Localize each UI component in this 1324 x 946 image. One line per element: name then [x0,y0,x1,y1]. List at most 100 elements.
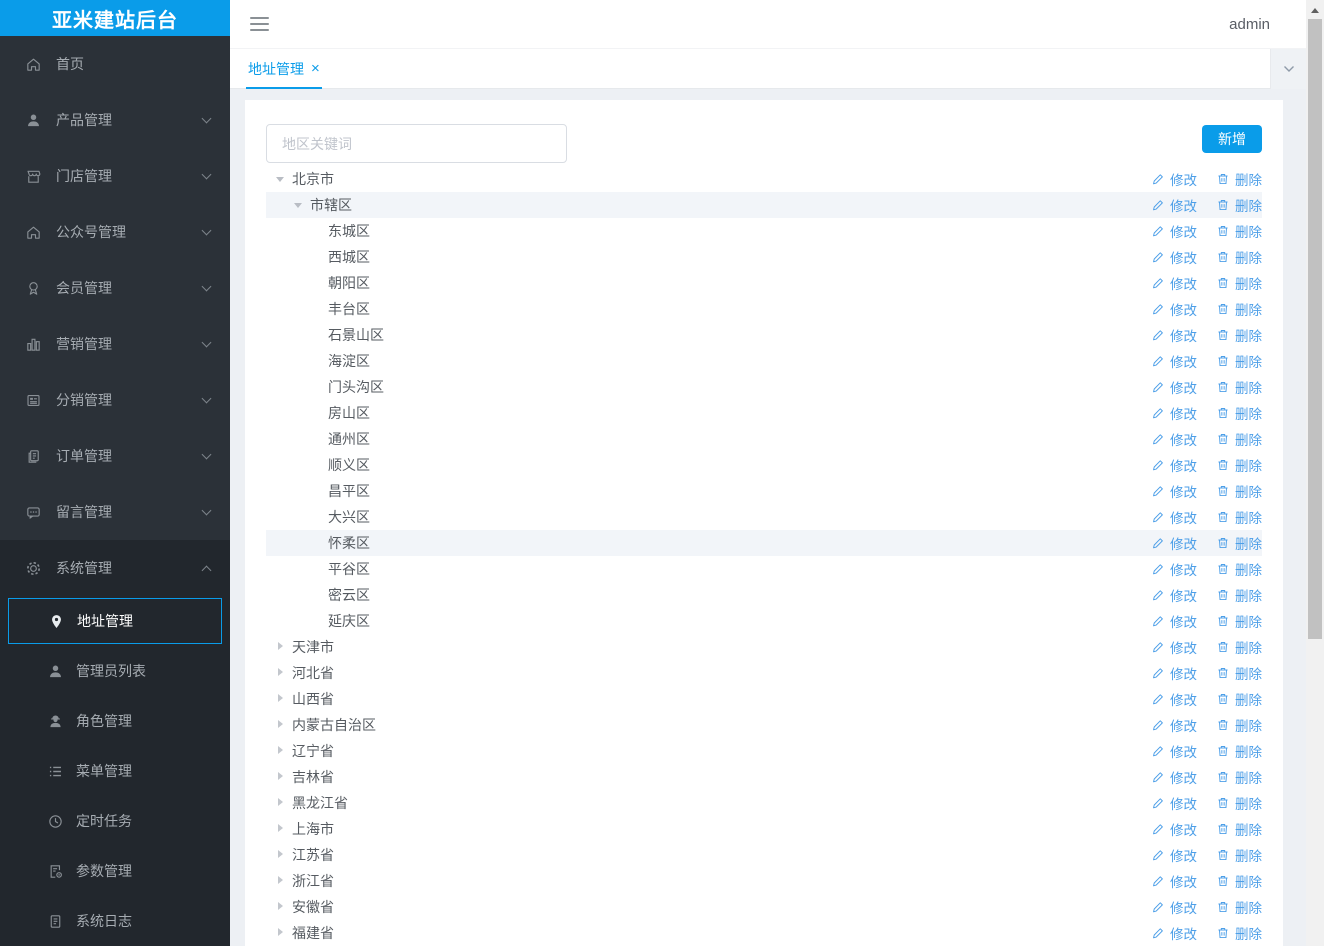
tree-row[interactable]: 江苏省 修改 删除 [266,842,1262,868]
edit-link[interactable]: 修改 [1151,247,1197,267]
expand-arrow-icon[interactable] [312,330,322,340]
expand-arrow-icon[interactable] [276,772,286,782]
expand-arrow-icon[interactable] [312,356,322,366]
sidebar-item-8[interactable]: 留言管理 [0,484,230,540]
expand-arrow-icon[interactable] [312,564,322,574]
sidebar-subitem-4[interactable]: 定时任务 [0,796,230,846]
tree-row[interactable]: 黑龙江省 修改 删除 [266,790,1262,816]
username-label[interactable]: admin [1229,16,1270,33]
edit-link[interactable]: 修改 [1151,455,1197,475]
edit-link[interactable]: 修改 [1151,299,1197,319]
expand-arrow-icon[interactable] [276,824,286,834]
delete-link[interactable]: 删除 [1216,819,1262,839]
tree-row[interactable]: 石景山区 修改 删除 [266,322,1262,348]
tree-row[interactable]: 福建省 修改 删除 [266,920,1262,946]
delete-link[interactable]: 删除 [1216,455,1262,475]
edit-link[interactable]: 修改 [1151,351,1197,371]
tree-row[interactable]: 房山区 修改 删除 [266,400,1262,426]
tab-list-dropdown-button[interactable] [1270,49,1306,89]
expand-arrow-icon[interactable] [312,486,322,496]
delete-link[interactable]: 删除 [1216,325,1262,345]
expand-arrow-icon[interactable] [294,200,304,210]
tree-row[interactable]: 吉林省 修改 删除 [266,764,1262,790]
edit-link[interactable]: 修改 [1151,273,1197,293]
edit-link[interactable]: 修改 [1151,689,1197,709]
tree-row[interactable]: 平谷区 修改 删除 [266,556,1262,582]
expand-arrow-icon[interactable] [312,226,322,236]
expand-arrow-icon[interactable] [312,590,322,600]
edit-link[interactable]: 修改 [1151,793,1197,813]
edit-link[interactable]: 修改 [1151,637,1197,657]
tree-row[interactable]: 东城区 修改 删除 [266,218,1262,244]
expand-arrow-icon[interactable] [312,382,322,392]
sidebar-item-4[interactable]: 会员管理 [0,260,230,316]
edit-link[interactable]: 修改 [1151,585,1197,605]
tree-row[interactable]: 昌平区 修改 删除 [266,478,1262,504]
delete-link[interactable]: 删除 [1216,533,1262,553]
edit-link[interactable]: 修改 [1151,819,1197,839]
sidebar-item-7[interactable]: 订单管理 [0,428,230,484]
delete-link[interactable]: 删除 [1216,845,1262,865]
delete-link[interactable]: 删除 [1216,611,1262,631]
tab-address-management[interactable]: 地址管理 × [246,49,322,89]
delete-link[interactable]: 删除 [1216,507,1262,527]
delete-link[interactable]: 删除 [1216,247,1262,267]
expand-arrow-icon[interactable] [312,616,322,626]
edit-link[interactable]: 修改 [1151,897,1197,917]
delete-link[interactable]: 删除 [1216,923,1262,943]
delete-link[interactable]: 删除 [1216,429,1262,449]
delete-link[interactable]: 删除 [1216,403,1262,423]
tree-row[interactable]: 朝阳区 修改 删除 [266,270,1262,296]
sidebar-item-system[interactable]: 系统管理 [0,540,230,596]
tree-row[interactable]: 西城区 修改 删除 [266,244,1262,270]
expand-arrow-icon[interactable] [276,850,286,860]
edit-link[interactable]: 修改 [1151,481,1197,501]
expand-arrow-icon[interactable] [276,720,286,730]
add-button[interactable]: 新增 [1202,125,1262,153]
tree-row[interactable]: 门头沟区 修改 删除 [266,374,1262,400]
edit-link[interactable]: 修改 [1151,871,1197,891]
tree-row[interactable]: 河北省 修改 删除 [266,660,1262,686]
tree-row[interactable]: 天津市 修改 删除 [266,634,1262,660]
delete-link[interactable]: 删除 [1216,637,1262,657]
tree-row[interactable]: 海淀区 修改 删除 [266,348,1262,374]
sidebar-subitem-0[interactable]: 地址管理 [8,598,222,644]
edit-link[interactable]: 修改 [1151,663,1197,683]
delete-link[interactable]: 删除 [1216,169,1262,189]
tree-row[interactable]: 内蒙古自治区 修改 删除 [266,712,1262,738]
tree-row[interactable]: 辽宁省 修改 删除 [266,738,1262,764]
sidebar-item-3[interactable]: 公众号管理 [0,204,230,260]
edit-link[interactable]: 修改 [1151,611,1197,631]
edit-link[interactable]: 修改 [1151,559,1197,579]
tree-row[interactable]: 丰台区 修改 删除 [266,296,1262,322]
delete-link[interactable]: 删除 [1216,481,1262,501]
tree-row[interactable]: 延庆区 修改 删除 [266,608,1262,634]
sidebar-item-5[interactable]: 营销管理 [0,316,230,372]
sidebar-subitem-3[interactable]: 菜单管理 [0,746,230,796]
delete-link[interactable]: 删除 [1216,559,1262,579]
tree-row[interactable]: 顺义区 修改 删除 [266,452,1262,478]
expand-arrow-icon[interactable] [276,694,286,704]
region-search-input[interactable] [266,124,567,163]
tree-row[interactable]: 密云区 修改 删除 [266,582,1262,608]
expand-arrow-icon[interactable] [276,668,286,678]
expand-arrow-icon[interactable] [276,174,286,184]
edit-link[interactable]: 修改 [1151,507,1197,527]
scrollbar-up-arrow-icon[interactable] [1306,0,1324,17]
edit-link[interactable]: 修改 [1151,845,1197,865]
sidebar-subitem-5[interactable]: 参数管理 [0,846,230,896]
expand-arrow-icon[interactable] [312,278,322,288]
edit-link[interactable]: 修改 [1151,325,1197,345]
tree-row[interactable]: 市辖区 修改 删除 [266,192,1262,218]
edit-link[interactable]: 修改 [1151,429,1197,449]
expand-arrow-icon[interactable] [312,252,322,262]
expand-arrow-icon[interactable] [276,746,286,756]
hamburger-icon[interactable] [250,17,269,31]
edit-link[interactable]: 修改 [1151,403,1197,423]
edit-link[interactable]: 修改 [1151,741,1197,761]
edit-link[interactable]: 修改 [1151,923,1197,943]
delete-link[interactable]: 删除 [1216,767,1262,787]
tree-row[interactable]: 上海市 修改 删除 [266,816,1262,842]
edit-link[interactable]: 修改 [1151,169,1197,189]
delete-link[interactable]: 删除 [1216,351,1262,371]
